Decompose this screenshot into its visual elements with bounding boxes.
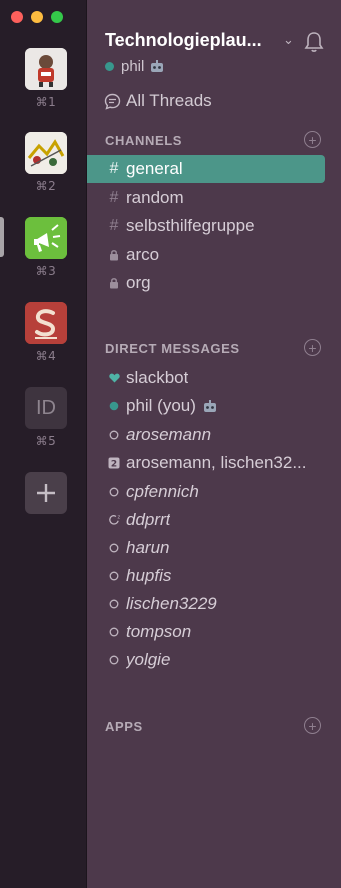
team-5-initials: ID — [36, 396, 56, 419]
channel-selbsthilfegruppe[interactable]: # selbsthilfegruppe — [87, 212, 325, 240]
team-3-shortcut: ⌘3 — [35, 264, 57, 278]
s-logo-icon — [25, 302, 67, 344]
all-threads-label: All Threads — [126, 91, 212, 110]
hash-icon: # — [109, 189, 119, 206]
team-5-avatar: ID — [25, 387, 67, 429]
dm-label: hupfis — [126, 566, 172, 585]
team-3[interactable]: ⌘3 — [25, 217, 67, 278]
dm-arosemann[interactable]: arosemann — [87, 421, 325, 449]
team-2[interactable]: ⌘2 — [25, 132, 67, 193]
lock-icon — [107, 277, 121, 289]
dm-label: harun — [126, 538, 170, 557]
dm-label: cpfennich — [126, 482, 199, 501]
channel-arco[interactable]: arco — [87, 241, 325, 269]
lock-icon — [107, 249, 121, 261]
hash-icon: # — [109, 217, 119, 234]
close-window-button[interactable] — [11, 11, 23, 23]
bell-icon[interactable] — [304, 31, 324, 53]
channel-sidebar: Technologieplau... ⌄ phil All Threads CH… — [87, 0, 341, 888]
group-count-icon: 2 — [107, 457, 121, 469]
channel-general[interactable]: # general — [87, 155, 325, 183]
dm-self[interactable]: phil (you) — [87, 392, 325, 420]
channels-heading[interactable]: CHANNELS — [105, 133, 182, 148]
presence-offline-icon — [107, 599, 121, 609]
team-4-shortcut: ⌘4 — [35, 349, 57, 363]
team-2-shortcut: ⌘2 — [35, 179, 57, 193]
dm-yolgie[interactable]: yolgie — [87, 646, 325, 674]
all-threads-link[interactable]: All Threads — [104, 91, 212, 111]
dm-hupfis[interactable]: hupfis — [87, 562, 325, 590]
megaphone-icon — [25, 217, 67, 259]
dm-label: tompson — [126, 622, 192, 641]
presence-offline-icon — [107, 487, 121, 497]
window-controls — [11, 11, 63, 23]
dm-label: phil (you) — [126, 396, 196, 415]
add-team-button[interactable] — [25, 472, 67, 514]
chevron-down-icon[interactable]: ⌄ — [283, 32, 294, 48]
add-channel-button[interactable]: + — [304, 131, 321, 148]
channel-label: random — [126, 188, 184, 207]
channel-label: selbsthilfegruppe — [126, 216, 255, 235]
robot-emoji-icon — [151, 60, 164, 72]
team-4[interactable]: ⌘4 — [25, 302, 67, 363]
team-1[interactable]: ⌘1 — [25, 48, 67, 109]
apps-heading[interactable]: APPS — [105, 719, 143, 734]
current-user-name: phil — [121, 58, 145, 75]
robot-emoji-icon — [203, 399, 216, 412]
team-1-shortcut: ⌘1 — [35, 95, 57, 109]
presence-online-icon — [105, 62, 114, 71]
add-app-button[interactable]: + — [304, 717, 321, 734]
team-name[interactable]: Technologieplau... — [105, 30, 262, 51]
team-2-avatar-icon — [25, 132, 67, 174]
active-team-indicator — [0, 217, 4, 257]
hash-icon: # — [109, 160, 119, 177]
dm-label: arosemann — [126, 425, 212, 444]
dm-slackbot[interactable]: slackbot — [87, 364, 325, 392]
heart-icon — [107, 373, 121, 383]
dm-label: arosemann, lischen32... — [126, 453, 307, 472]
presence-offline-icon — [107, 571, 121, 581]
channel-label: org — [126, 273, 151, 292]
team-1-avatar-icon — [25, 48, 67, 90]
presence-online-icon — [107, 401, 121, 411]
svg-text:z: z — [118, 515, 121, 521]
direct-messages-heading[interactable]: DIRECT MESSAGES — [105, 341, 240, 356]
dm-lischen3229[interactable]: lischen3229 — [87, 590, 325, 618]
presence-offline-icon — [107, 627, 121, 637]
threads-icon — [104, 93, 121, 110]
away-snooze-icon: z — [107, 514, 121, 526]
dm-tompson[interactable]: tompson — [87, 618, 325, 646]
add-direct-message-button[interactable]: + — [304, 339, 321, 356]
dm-label: ddprrt — [126, 510, 171, 529]
channel-label: arco — [126, 245, 160, 264]
current-user[interactable]: phil — [105, 58, 164, 75]
dm-harun[interactable]: harun — [87, 534, 325, 562]
channel-label: general — [126, 159, 183, 178]
presence-offline-icon — [107, 543, 121, 553]
team-5-shortcut: ⌘5 — [35, 434, 57, 448]
presence-offline-icon — [107, 430, 121, 440]
dm-label: slackbot — [126, 368, 189, 387]
minimize-window-button[interactable] — [31, 11, 43, 23]
channel-random[interactable]: # random — [87, 184, 325, 212]
presence-offline-icon — [107, 655, 121, 665]
team-switcher-rail: ⌘1 ⌘2 ⌘3 ⌘4 ID ⌘5 — [0, 0, 87, 888]
dm-label: lischen3229 — [126, 594, 217, 613]
dm-group[interactable]: 2 arosemann, lischen32... — [87, 449, 325, 477]
channel-org[interactable]: org — [87, 269, 325, 297]
team-5[interactable]: ID ⌘5 — [25, 387, 67, 448]
dm-label: yolgie — [126, 650, 171, 669]
plus-icon — [37, 484, 55, 502]
zoom-window-button[interactable] — [51, 11, 63, 23]
svg-text:2: 2 — [111, 460, 117, 470]
dm-ddprrt[interactable]: z ddprrt — [87, 506, 325, 534]
dm-cpfennich[interactable]: cpfennich — [87, 478, 325, 506]
